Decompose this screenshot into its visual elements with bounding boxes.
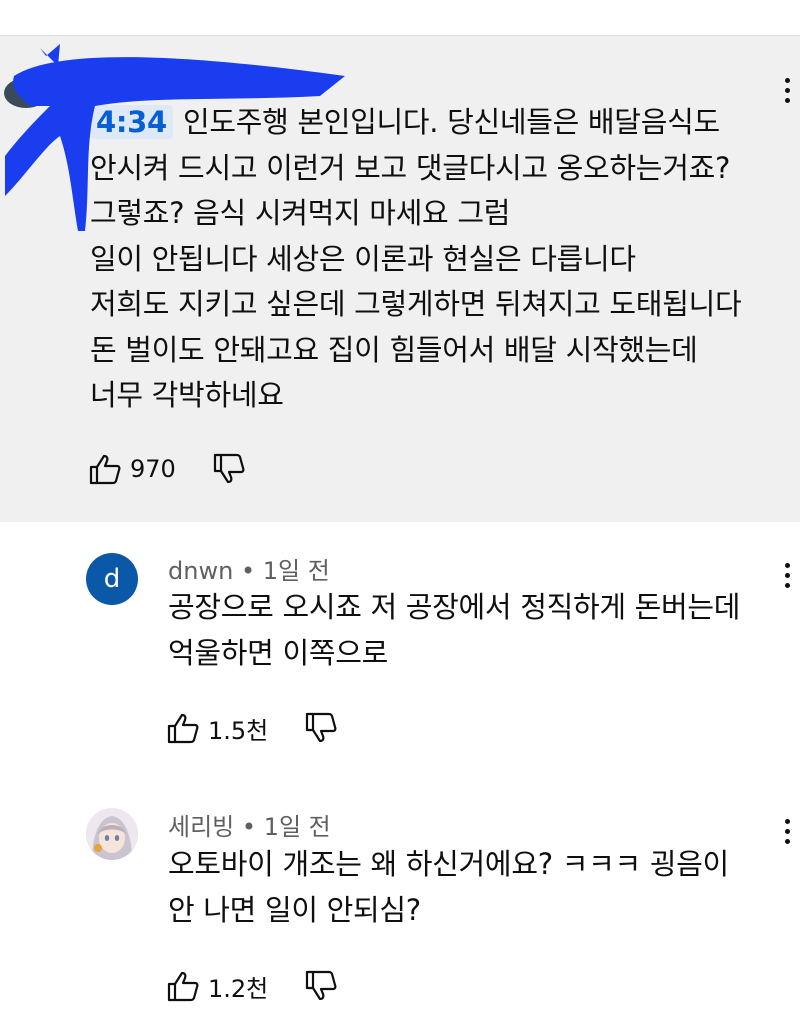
thumbs-down-icon[interactable]	[212, 453, 246, 485]
thumbs-down-icon[interactable]	[304, 970, 338, 1002]
more-vert-icon[interactable]	[783, 563, 791, 591]
avatar[interactable]	[86, 808, 138, 860]
comment-actions: 970	[88, 453, 246, 485]
reply-time: 1일 전	[262, 557, 330, 585]
thumbs-down-icon[interactable]	[304, 712, 338, 744]
more-vert-icon[interactable]	[783, 819, 791, 847]
comment-line: 저희도 지키고 싶은데 그렇게하면 뒤쳐지고 도태됩니다	[90, 287, 742, 321]
top-strip	[0, 0, 800, 36]
comment-line: 너무 각박하네요	[90, 378, 284, 412]
reply-line: 안 나면 일이 안되심?	[168, 893, 421, 927]
anime-avatar-icon	[86, 808, 138, 860]
like-count: 970	[130, 455, 176, 483]
reply-meta: 세리빙 • 1일 전	[168, 813, 331, 841]
comment-line: 돈 벌이도 안돼고요 집이 힘들어서 배달 시작했는데	[90, 333, 698, 367]
redaction-scribble	[5, 44, 345, 232]
reply-line: 오토바이 개조는 왜 하신거에요? ㅋㅋㅋ 굉음이	[168, 847, 729, 881]
reply-actions: 1.2천	[166, 970, 338, 1003]
reply-line: 공장으로 오시죠 저 공장에서 정직하게 돈버는데	[168, 590, 741, 624]
thumbs-up-icon[interactable]	[88, 453, 122, 485]
reply-meta: dnwn • 1일 전	[168, 557, 330, 585]
comment-line: 일이 안됩니다 세상은 이론과 현실은 다릅니다	[90, 242, 636, 276]
more-vert-icon[interactable]	[783, 78, 791, 106]
thumbs-up-icon[interactable]	[166, 970, 200, 1002]
like-count: 1.5천	[208, 716, 269, 745]
thumbs-up-icon[interactable]	[166, 712, 200, 744]
reply-time: 1일 전	[263, 813, 331, 841]
reply-actions: 1.5천	[166, 712, 338, 745]
author-name: 세리빙	[168, 813, 235, 841]
author-name: dnwn	[168, 557, 234, 585]
reply-line: 억울하면 이쪽으로	[168, 636, 388, 670]
avatar[interactable]: d	[86, 553, 138, 605]
like-count: 1.2천	[208, 974, 269, 1003]
